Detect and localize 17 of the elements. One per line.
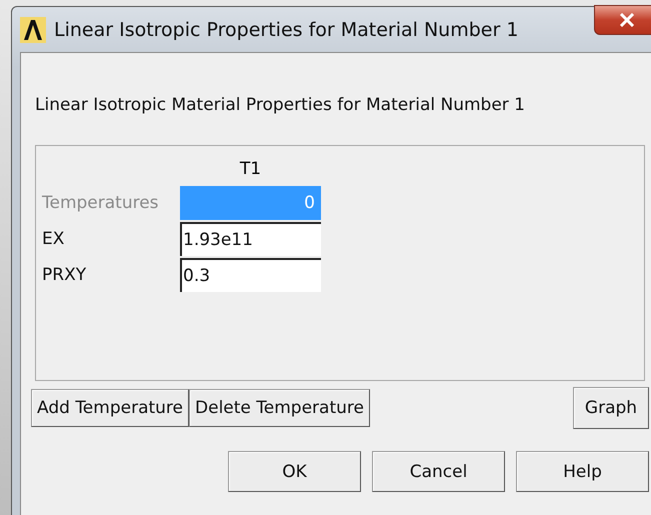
dialog-heading: Linear Isotropic Material Properties for Material Number 1 — [35, 95, 526, 117]
app-logo-icon — [20, 16, 46, 42]
dialog-button[interactable]: OK — [228, 451, 361, 492]
table-action-button[interactable]: Delete Temperature — [189, 389, 370, 427]
close-icon — [619, 13, 635, 27]
value-field[interactable]: 0.3 — [180, 258, 321, 292]
column-header: T1 — [238, 158, 262, 181]
value-field[interactable]: 1.93e11 — [180, 222, 321, 256]
dialog-button[interactable]: Cancel — [372, 451, 505, 492]
row-label: Temperatures — [42, 193, 160, 213]
window-title: Linear Isotropic Properties for Material Number 1 — [54, 18, 518, 40]
graph-button[interactable]: Graph — [573, 387, 649, 429]
row-label: PRXY — [42, 265, 88, 285]
dialog-button[interactable]: Help — [516, 451, 649, 492]
close-button[interactable] — [594, 5, 651, 35]
row-label: EX — [42, 229, 66, 249]
table-action-button[interactable]: Add Temperature — [31, 389, 190, 427]
